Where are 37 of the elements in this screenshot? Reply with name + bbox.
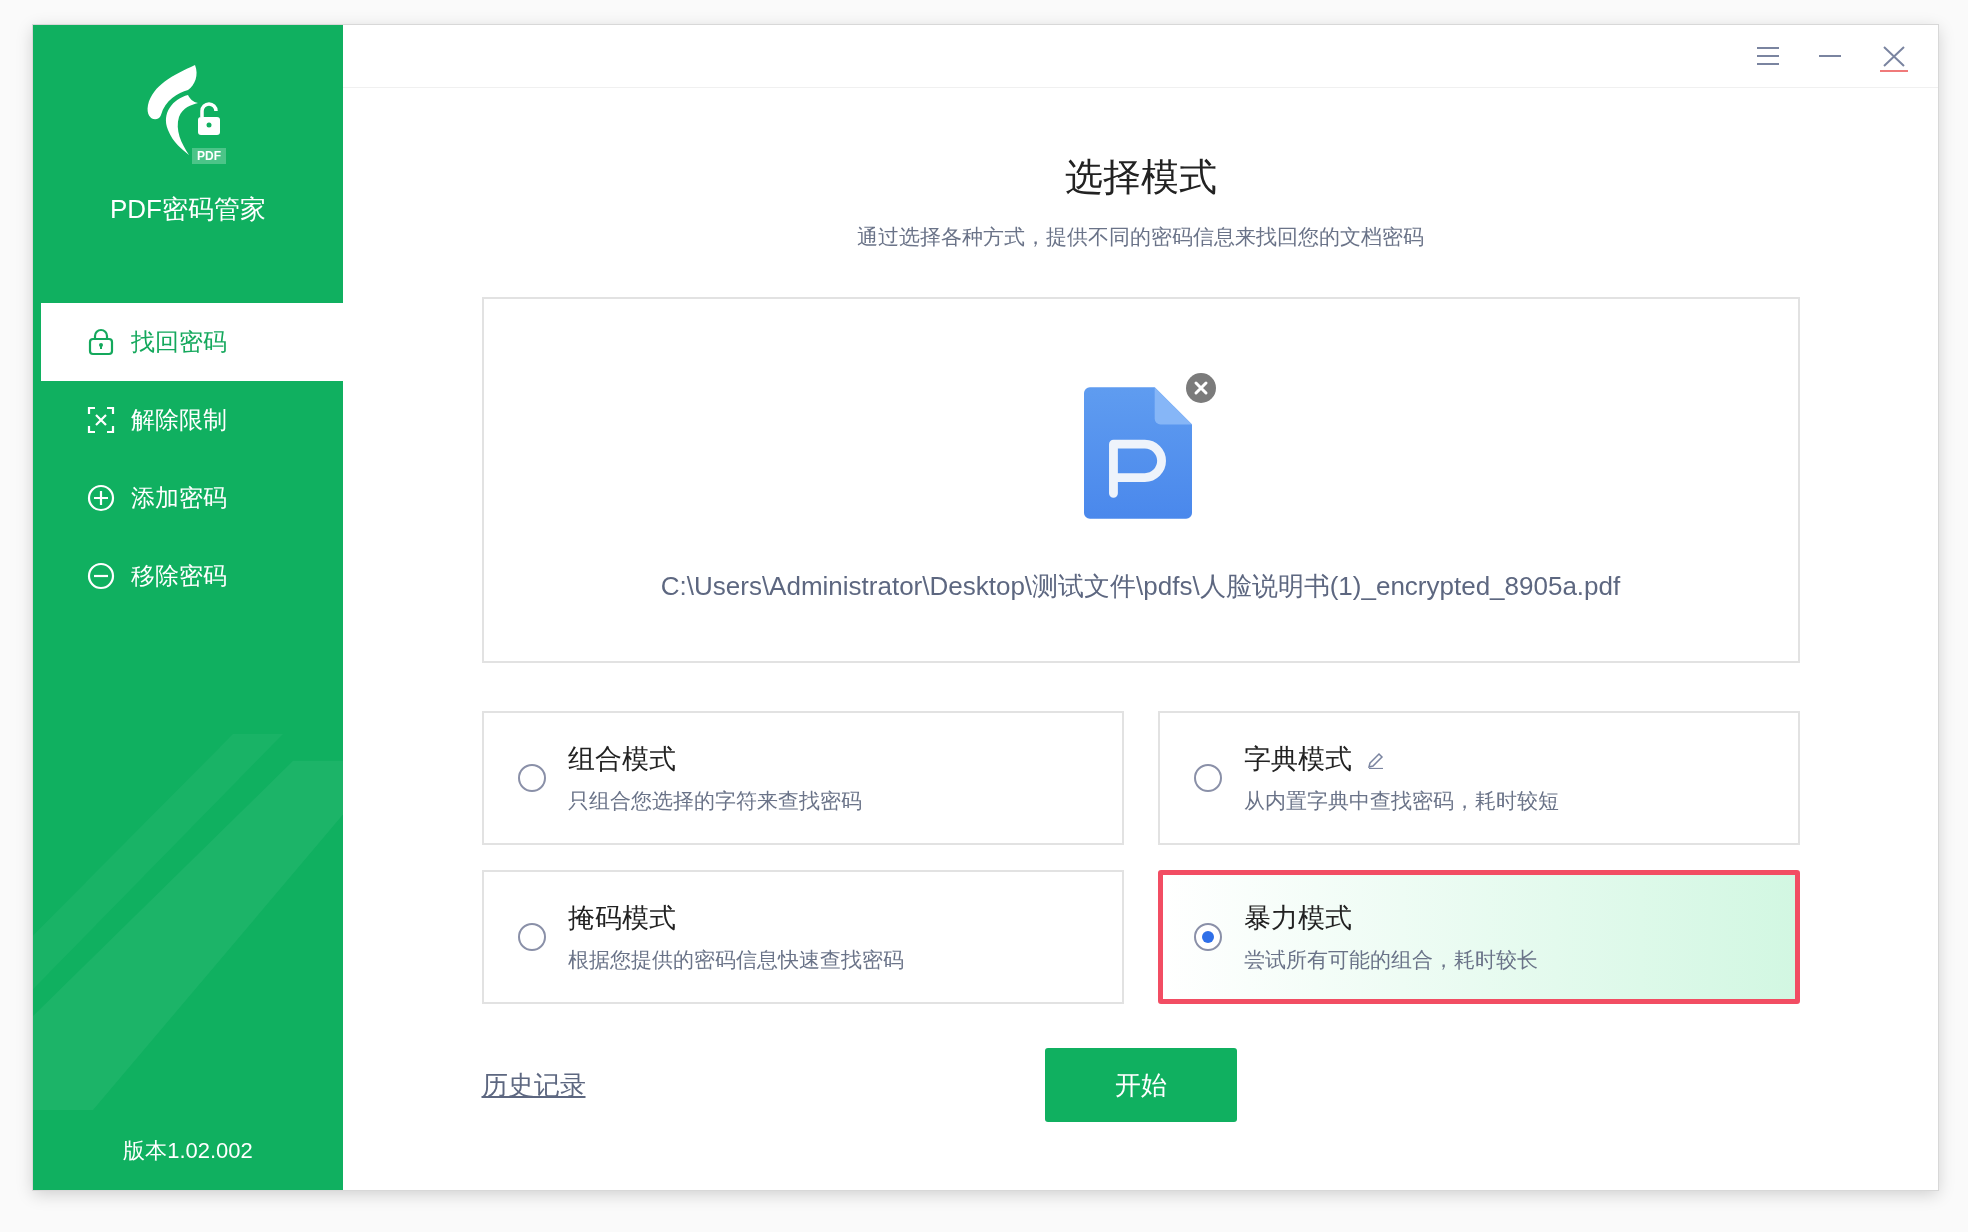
mode-description: 只组合您选择的字符来查找密码 — [567, 788, 862, 814]
menu-icon[interactable] — [1756, 46, 1780, 66]
sidebar-item[interactable]: 移除密码 — [33, 537, 343, 615]
mode-description: 尝试所有可能的组合，耗时较长 — [1243, 947, 1538, 973]
mode-description: 根据您提供的密码信息快速查找密码 — [567, 947, 904, 973]
frame-x-icon — [87, 406, 115, 434]
file-drop-area[interactable]: C:\Users\Administrator\Desktop\测试文件\pdfs\人脸说明书(1)_encrypted_8905a.pdf — [481, 297, 1800, 663]
mode-title: 字典模式 — [1243, 743, 1352, 776]
app-name: PDF密码管家 — [110, 193, 266, 226]
mode-option-card[interactable]: 掩码模式 根据您提供的密码信息快速查找密码 — [481, 870, 1124, 1004]
lock-icon — [87, 328, 115, 356]
mode-option-card[interactable]: 字典模式 从内置字典中查找密码，耗时较短 — [1157, 711, 1800, 845]
sidebar-item[interactable]: 找回密码 — [41, 303, 343, 381]
document-icon — [1083, 387, 1192, 520]
remove-file-icon[interactable] — [1185, 373, 1216, 403]
sidebar-item[interactable]: 添加密码 — [33, 459, 343, 537]
start-button[interactable]: 开始 — [1044, 1048, 1237, 1122]
minus-circle-icon — [87, 562, 115, 590]
mode-title: 组合模式 — [567, 743, 676, 776]
radio-button[interactable] — [517, 764, 546, 792]
mode-description: 从内置字典中查找密码，耗时较短 — [1243, 788, 1559, 814]
radio-button[interactable] — [1193, 923, 1222, 951]
logo-badge: PDF — [192, 148, 226, 164]
radio-button[interactable] — [517, 923, 546, 951]
mode-title: 掩码模式 — [567, 902, 676, 935]
radio-button[interactable] — [1193, 764, 1222, 792]
sidebar-item[interactable]: 解除限制 — [33, 381, 343, 459]
mode-title: 暴力模式 — [1243, 902, 1352, 935]
page-subtitle: 通过选择各种方式，提供不同的密码信息来找回您的文档密码 — [857, 224, 1424, 250]
version-label: 版本1.02.002 — [123, 1137, 253, 1165]
history-link[interactable]: 历史记录 — [481, 1068, 586, 1103]
close-icon[interactable] — [1880, 46, 1908, 72]
page-title: 选择模式 — [1064, 155, 1217, 200]
mode-option-card[interactable]: 组合模式 只组合您选择的字符来查找密码 — [481, 711, 1124, 845]
file-path: C:\Users\Administrator\Desktop\测试文件\pdfs\人脸说明书(1)_encrypted_8905a.pdf — [660, 570, 1621, 603]
plus-circle-icon — [87, 484, 115, 512]
mode-option-card[interactable]: 暴力模式 尝试所有可能的组合，耗时较长 — [1157, 870, 1800, 1004]
